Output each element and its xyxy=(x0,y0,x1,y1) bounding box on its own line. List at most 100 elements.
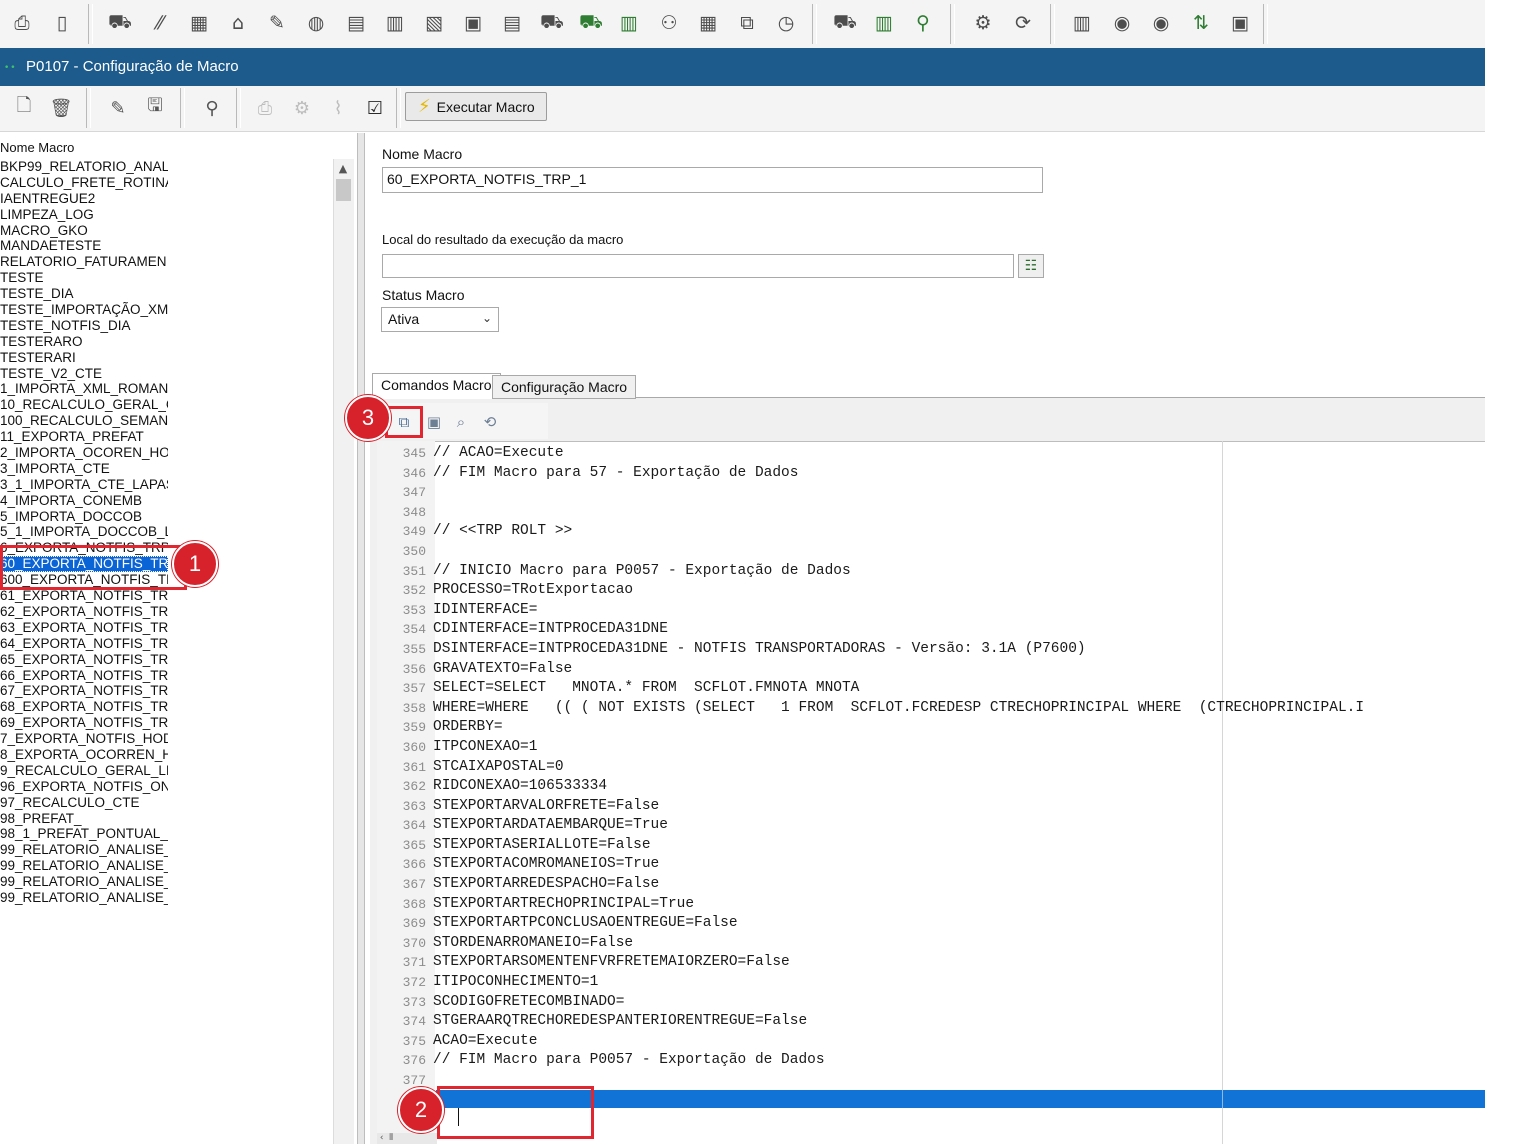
search-icon[interactable]: ⚲ xyxy=(198,94,226,122)
list-item[interactable]: CALCULO_FRETE_ROTINA xyxy=(0,175,168,191)
code-line[interactable]: 347 xyxy=(377,483,1485,503)
document-clock-icon[interactable]: ◷ xyxy=(771,8,801,38)
find-icon[interactable]: ⌕ xyxy=(450,411,472,433)
spreadsheet-icon[interactable]: ▦ xyxy=(693,8,723,38)
list-item[interactable]: 99_RELATORIO_ANALISE_ xyxy=(0,858,168,874)
list-item[interactable]: 10_RECALCULO_GERAL_C xyxy=(0,397,168,413)
print-icon[interactable]: ⎙ xyxy=(7,8,37,38)
gear-icon[interactable]: ⚙ xyxy=(968,8,998,38)
list-item[interactable]: 67_EXPORTA_NOTFIS_TR xyxy=(0,683,168,699)
code-line[interactable]: 348 xyxy=(377,503,1485,523)
code-line[interactable]: 353 IDINTERFACE= xyxy=(377,601,1485,621)
pen-icon[interactable]: ✎ xyxy=(262,8,292,38)
code-line[interactable]: 364 STEXPORTARDATAEMBARQUE=True xyxy=(377,816,1485,836)
browse-folder-icon[interactable]: ☷ xyxy=(1018,254,1044,278)
code-line[interactable]: 354 CDINTERFACE=INTPROCEDA31DNE xyxy=(377,620,1485,640)
nome-macro-input[interactable]: 60_EXPORTA_NOTFIS_TRP_1 xyxy=(382,167,1043,193)
list-item[interactable]: 66_EXPORTA_NOTFIS_TR xyxy=(0,668,168,684)
document-grid-icon[interactable]: ▥ xyxy=(380,8,410,38)
road-icon[interactable]: ⁄⁄ xyxy=(145,8,175,38)
list-item[interactable]: TESTERARO xyxy=(0,334,168,350)
code-line[interactable]: 349 // <<TRP ROLT >> xyxy=(377,522,1485,542)
code-line[interactable]: 352 PROCESSO=TRotExportacao xyxy=(377,581,1485,601)
result-location-input[interactable] xyxy=(382,254,1014,278)
list-item[interactable]: 63_EXPORTA_NOTFIS_TR xyxy=(0,620,168,636)
list-item[interactable]: 68_EXPORTA_NOTFIS_TR xyxy=(0,699,168,715)
building-icon[interactable]: ▥ xyxy=(1067,8,1097,38)
chevron-down-icon[interactable]: ⌄ xyxy=(482,311,492,325)
list-item[interactable]: 3_1_IMPORTA_CTE_LAPAS xyxy=(0,477,168,493)
factory-icon[interactable]: ⌂ xyxy=(223,8,253,38)
list-item[interactable]: TESTE_V2_CTE xyxy=(0,366,168,382)
list-item[interactable]: 99_RELATORIO_ANALISE_ xyxy=(0,874,168,890)
phone-icon[interactable]: ▯ xyxy=(47,8,77,38)
document-map-icon[interactable]: ▥ xyxy=(869,8,899,38)
code-line[interactable]: 355 DSINTERFACE=INTPROCEDA31DNE - NOTFIS … xyxy=(377,640,1485,660)
truck-route-icon[interactable]: ⛟ xyxy=(830,8,860,38)
gear-icon[interactable]: ⚙ xyxy=(288,94,316,122)
list-item[interactable]: 8_EXPORTA_OCORREN_H xyxy=(0,747,168,763)
list-item[interactable]: 69_EXPORTA_NOTFIS_TR xyxy=(0,715,168,731)
map-pin-icon[interactable]: ⚲ xyxy=(908,8,938,38)
list-item[interactable]: 4_IMPORTA_CONEMB xyxy=(0,493,168,509)
document-icon[interactable]: ▤ xyxy=(341,8,371,38)
code-line[interactable]: 362 RIDCONEXAO=106533334 xyxy=(377,777,1485,797)
truck-icon[interactable]: ⛟ xyxy=(105,8,135,38)
code-line[interactable]: 350 xyxy=(377,542,1485,562)
list-item[interactable]: 98_PREFAT_ xyxy=(0,811,168,827)
panel-splitter[interactable] xyxy=(357,133,365,1144)
code-line[interactable]: 346 // FIM Macro para 57 - Exportação de … xyxy=(377,464,1485,484)
list-item[interactable]: 5_IMPORTA_DOCCOB xyxy=(0,509,168,525)
list-header[interactable]: Nome Macro xyxy=(0,140,74,155)
code-line[interactable]: 373 SCODIGOFRETECOMBINADO= xyxy=(377,993,1485,1013)
checkbox-icon[interactable]: ☑ xyxy=(361,94,389,122)
list-scrollbar[interactable] xyxy=(333,159,354,1144)
code-line[interactable]: 360 ITPCONEXAO=1 xyxy=(377,738,1485,758)
list-item[interactable]: 61_EXPORTA_NOTFIS_TR xyxy=(0,588,168,604)
code-line[interactable]: 375 ACAO=Execute xyxy=(377,1032,1485,1052)
list-item[interactable]: TESTE_IMPORTAÇÃO_XMl xyxy=(0,302,168,318)
list-item[interactable]: 98_1_PREFAT_PONTUAL_ xyxy=(0,826,168,842)
list-item[interactable]: 62_EXPORTA_NOTFIS_TR xyxy=(0,604,168,620)
list-item[interactable]: TESTE_DIA xyxy=(0,286,168,302)
list-item[interactable]: BKP99_RELATORIO_ANAL xyxy=(0,159,168,175)
edit-icon[interactable]: ✎ xyxy=(104,94,132,122)
print-icon[interactable]: ⎙ xyxy=(251,94,279,122)
document-export-icon[interactable]: ⧉ xyxy=(732,8,762,38)
tab-comandos-macro[interactable]: Comandos Macro xyxy=(372,373,501,399)
list-item[interactable]: MANDAETESTE xyxy=(0,238,168,254)
truck-cog-icon[interactable]: ⛟ xyxy=(537,8,567,38)
user-circle-icon[interactable]: ◉ xyxy=(1107,8,1137,38)
code-line[interactable]: 351 // INICIO Macro para P0057 - Exportaç… xyxy=(377,562,1485,582)
document-green-icon[interactable]: ▥ xyxy=(614,8,644,38)
code-line[interactable]: 372 ITIPOCONHECIMENTO=1 xyxy=(377,973,1485,993)
list-item[interactable]: 11_EXPORTA_PREFAT xyxy=(0,429,168,445)
scrollbar-thumb[interactable] xyxy=(336,179,351,201)
document-list-icon[interactable]: ▤ xyxy=(497,8,527,38)
list-item[interactable]: 5_1_IMPORTA_DOCCOB_L xyxy=(0,524,168,540)
list-item[interactable]: 99_RELATORIO_ANALISE_ xyxy=(0,890,168,906)
list-item[interactable]: TESTE xyxy=(0,270,168,286)
document-edit-icon[interactable]: ▧ xyxy=(419,8,449,38)
code-line[interactable]: 363 STEXPORTARVALORFRETE=False xyxy=(377,797,1485,817)
refresh-gear-icon[interactable]: ⟳ xyxy=(1008,8,1038,38)
list-item[interactable]: 96_EXPORTA_NOTFIS_ON xyxy=(0,779,168,795)
save-icon[interactable]: ▣ xyxy=(423,411,445,433)
list-item[interactable]: IAENTREGUE2 xyxy=(0,191,168,207)
document-calendar-icon[interactable]: ▣ xyxy=(458,8,488,38)
toolbox-icon[interactable]: ▣ xyxy=(1225,8,1255,38)
code-line[interactable]: 370 STORDENARROMANEIO=False xyxy=(377,934,1485,954)
code-line[interactable]: 376 // FIM Macro para P0057 - Exportação … xyxy=(377,1051,1485,1071)
tab-configuracao-macro[interactable]: Configuração Macro xyxy=(492,375,637,399)
code-line[interactable]: 369 STEXPORTARTPCONCLUSAOENTREGUE=False xyxy=(377,914,1485,934)
code-line[interactable]: 357 SELECT=SELECT MNOTA.* FROM SCFLOT.FMN… xyxy=(377,679,1485,699)
users-circle-icon[interactable]: ◉ xyxy=(1146,8,1176,38)
delete-icon[interactable]: 🗑 xyxy=(47,94,75,122)
code-line[interactable]: 358 WHERE=WHERE (( ( NOT EXISTS (SELECT 1… xyxy=(377,699,1485,719)
code-line[interactable]: 374 STGERAARQTRECHOREDESPANTERIORENTREGUE… xyxy=(377,1012,1485,1032)
save-icon[interactable]: 🖫 xyxy=(141,94,169,122)
new-document-icon[interactable]: 🗋 xyxy=(10,94,38,122)
scroll-up-icon[interactable]: ▲ xyxy=(333,159,353,177)
user-transfer-icon[interactable]: ⇅ xyxy=(1186,8,1216,38)
list-item[interactable]: 100_RECALCULO_SEMANA xyxy=(0,413,168,429)
